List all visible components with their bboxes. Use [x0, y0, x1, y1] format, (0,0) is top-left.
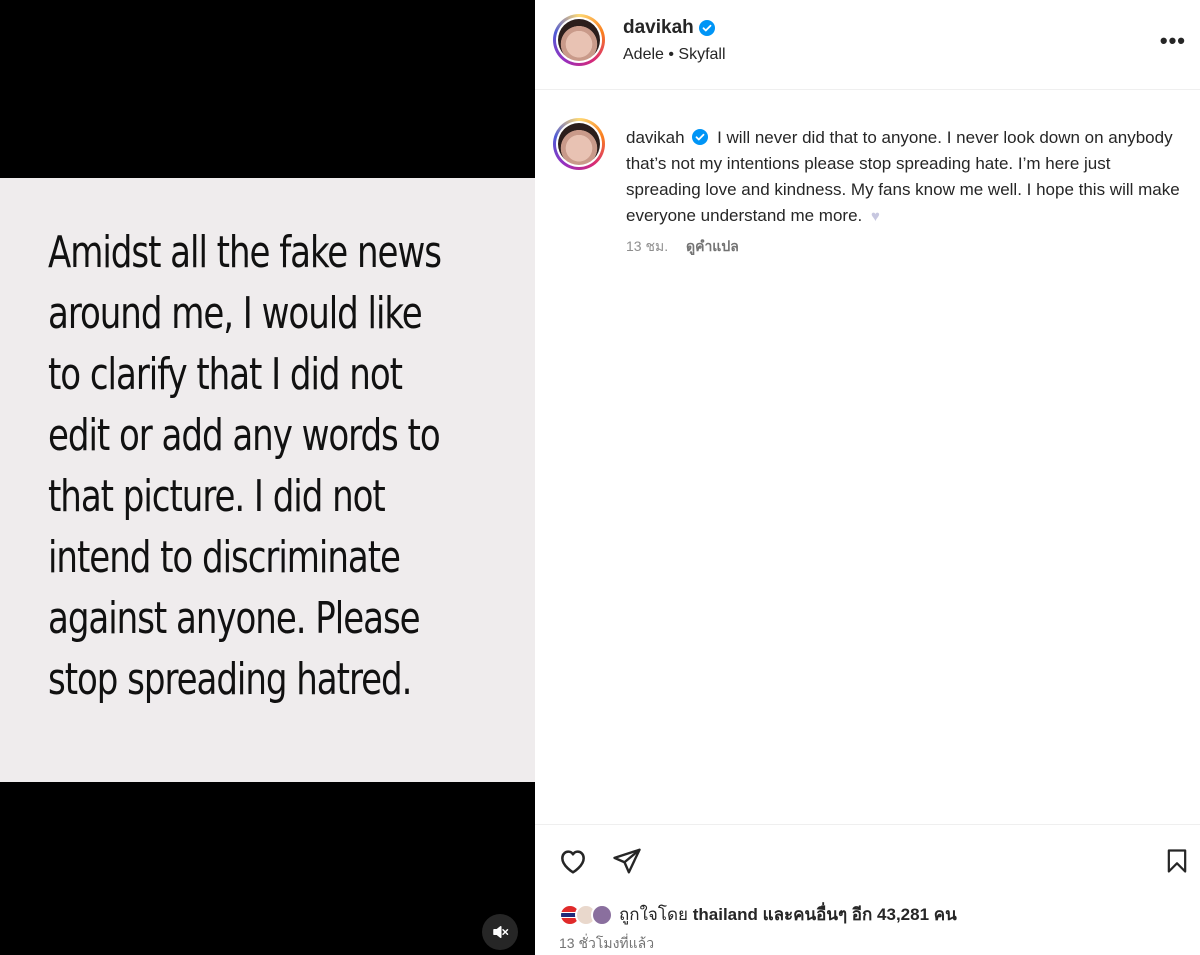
media-text-line: that picture. I did not [48, 471, 386, 522]
media-text-line: against anyone. Please [48, 593, 421, 644]
paper-plane-icon [613, 848, 641, 874]
speaker-muted-icon [493, 926, 509, 938]
likes-others-link[interactable]: และคนอื่นๆ อีก 43,281 คน [763, 905, 957, 924]
verified-badge-icon [692, 129, 709, 145]
caption-username[interactable]: davikah [626, 128, 685, 147]
bookmark-icon [1167, 849, 1187, 873]
post-actions: ถูกใจโดย thailand และคนอื่นๆ อีก 43,281 … [535, 824, 1200, 955]
more-options-button[interactable]: ••• [1160, 28, 1186, 54]
post-details-panel: davikah Adele • Skyfall ••• davikah I wi… [535, 0, 1200, 955]
post-caption: davikah I will never did that to anyone.… [626, 125, 1181, 230]
mute-button[interactable] [482, 914, 518, 950]
media-text-line: stop spreading hatred. [48, 654, 412, 705]
media-text-line: to clarify that I did not [48, 349, 403, 400]
media-text-line: edit or add any words to [48, 410, 441, 461]
header-username[interactable]: davikah [623, 17, 694, 39]
heart-emoji-icon: ♥ [870, 208, 880, 225]
post-media[interactable]: Amidst all the fake news around me, I wo… [0, 0, 535, 955]
post-header: davikah Adele • Skyfall ••• [535, 0, 1200, 90]
caption-text: I will never did that to anyone. I never… [626, 128, 1180, 225]
caption-meta: 13 ชม. ดูคำแปล [626, 236, 739, 258]
verified-badge-icon [698, 20, 715, 36]
see-translation-link[interactable]: ดูคำแปล [686, 238, 739, 254]
audio-track-link[interactable]: Adele • Skyfall [623, 46, 726, 64]
likes-prefix: ถูกใจโดย [619, 905, 688, 924]
caption-avatar[interactable] [553, 118, 605, 170]
share-button[interactable] [611, 845, 643, 877]
media-text: Amidst all the fake news around me, I wo… [48, 222, 452, 710]
save-button[interactable] [1161, 845, 1193, 877]
likes-user-link[interactable]: thailand [693, 905, 758, 924]
caption-time: 13 ชม. [626, 238, 669, 254]
likes-text: ถูกใจโดย thailand และคนอื่นๆ อีก 43,281 … [619, 901, 957, 928]
heart-outline-icon [561, 850, 585, 874]
media-text-line: intend to discriminate [48, 532, 401, 583]
post-time-ago: 13 ชั่วโมงที่แล้ว [559, 935, 655, 951]
avatar[interactable] [553, 14, 605, 66]
media-text-line: around me, I would like [48, 288, 423, 339]
likes-summary[interactable]: ถูกใจโดย thailand และคนอื่นๆ อีก 43,281 … [559, 901, 957, 928]
like-button[interactable] [557, 845, 589, 877]
media-text-line: Amidst all the fake news [48, 227, 442, 278]
liker-avatar [591, 903, 613, 926]
